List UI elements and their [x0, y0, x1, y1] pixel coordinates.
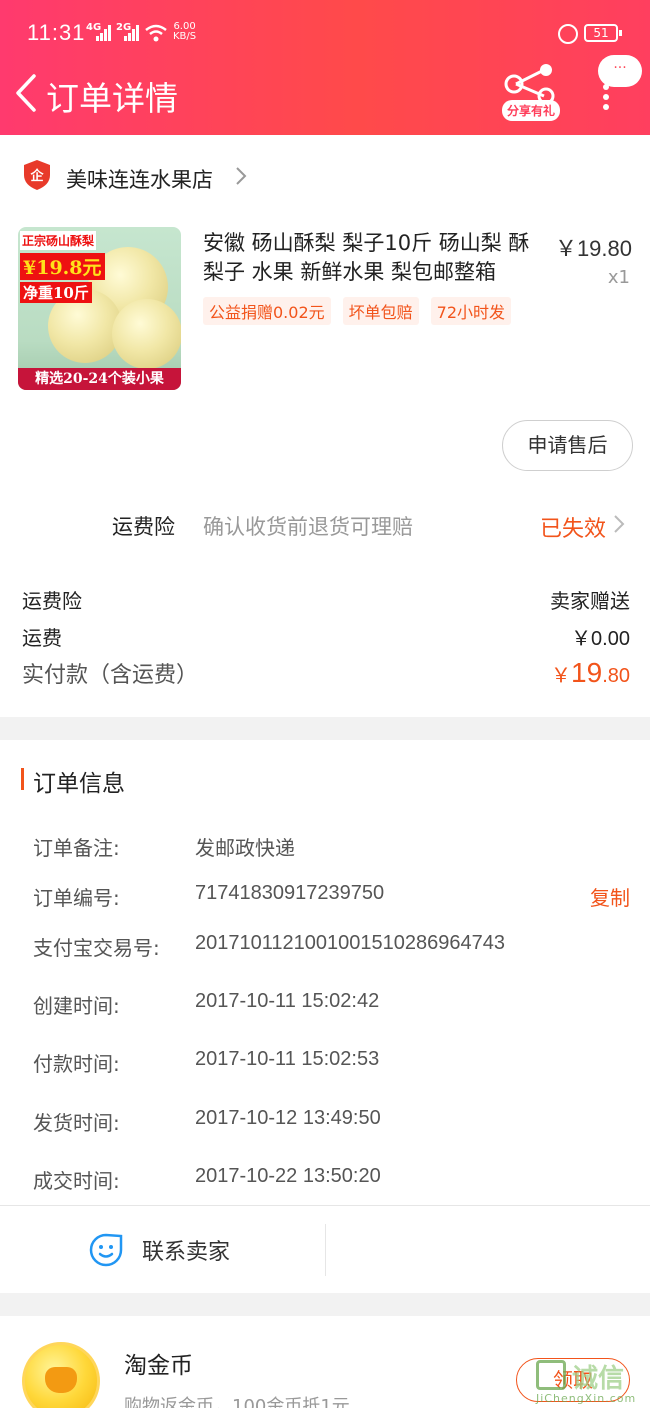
copy-button[interactable]: 复制 [590, 882, 630, 911]
insurance-status: 已失效 [540, 517, 607, 542]
fee-value: 卖家赠送 [550, 589, 630, 613]
order-info-card: 订单信息 订单备注: 发邮政快递 订单编号: 71741830917239750… [0, 740, 650, 1293]
more-menu-icon[interactable] [601, 84, 611, 110]
fee-value: ￥0.00 [571, 628, 630, 650]
page-title: 订单详情 [46, 79, 178, 118]
fee-row-insurance: 运费险 卖家赠送 [22, 585, 630, 614]
contact-seller-label: 联系卖家 [142, 1240, 231, 1265]
chat-face-icon [89, 1233, 123, 1267]
contact-seller-button[interactable]: 联系卖家 [88, 1220, 230, 1280]
pear-illustration [112, 299, 181, 369]
image-label-origin: 正宗砀山酥梨 [20, 231, 96, 250]
svg-text:企: 企 [29, 168, 44, 184]
total-paid-amount: ￥19.80 [551, 657, 630, 688]
battery-icon: 51 [584, 24, 622, 42]
product-title[interactable]: 安徽 砀山酥梨 梨子10斤 砀山梨 酥梨子 水果 新鲜水果 梨包邮整箱 [203, 229, 533, 287]
wifi-icon [145, 24, 167, 42]
request-after-sale-button[interactable]: 申请售后 [502, 420, 633, 471]
product-image[interactable]: 正宗砀山酥梨 ¥19.8元 净重10斤 精选20-24个装小果 [18, 227, 181, 390]
back-icon[interactable] [12, 74, 42, 112]
fee-row-shipping: 运费 ￥0.00 [22, 622, 630, 651]
tag-72h-shipping: 72小时发 [430, 297, 512, 325]
watermark-url: JiChengXin.com [536, 1392, 637, 1405]
shop-row[interactable]: 企 美味连连水果店 [0, 135, 650, 215]
watermark-box-icon [536, 1360, 566, 1390]
image-label-bottom: 精选20-24个装小果 [18, 368, 181, 390]
order-info-title: 订单信息 [33, 771, 125, 797]
gold-coin-icon [22, 1342, 100, 1408]
product-quantity: x1 [607, 267, 630, 288]
divider [325, 1224, 326, 1276]
share-gift-badge[interactable]: 分享有礼 [502, 100, 561, 121]
coin-subtitle: 购物返金币，100金币抵1元 [124, 1396, 350, 1408]
fee-label: 运费险 [22, 589, 82, 613]
chevron-right-icon [614, 515, 625, 533]
product-price: ￥19.80 [554, 236, 632, 261]
service-tags: 公益捐赠0.02元 坏单包赔 72小时发 [203, 297, 512, 325]
alarm-icon [558, 24, 578, 44]
total-paid-row: 实付款（含运费） ￥19.80 [22, 657, 630, 689]
watermark-chars: 诚信 [572, 1364, 625, 1394]
status-bar: 11:31 4G 2G 6.00 KB/S 51 [0, 0, 650, 64]
signal-bars-icon [96, 25, 111, 41]
coin-face-icon [45, 1367, 77, 1393]
image-label-price: ¥19.8元 [20, 253, 105, 280]
message-bubble-icon[interactable]: ··· [598, 55, 642, 87]
app-header: 11:31 4G 2G 6.00 KB/S 51 订单详情 分享有礼 ··· [0, 0, 650, 135]
section-accent-bar [21, 768, 24, 790]
network-speed: 6.00 KB/S [173, 21, 197, 42]
chevron-right-icon [236, 167, 247, 185]
insurance-description: 确认收货前退货可理赔 [203, 515, 413, 539]
watermark-logo: 诚信 JiChengXin.com [536, 1360, 646, 1408]
total-paid-label: 实付款（含运费） [22, 663, 199, 688]
shop-name[interactable]: 美味连连水果店 [66, 164, 213, 194]
coin-title: 淘金币 [124, 1353, 193, 1379]
fee-label: 运费 [22, 626, 62, 650]
tag-charity: 公益捐赠0.02元 [203, 297, 331, 325]
tag-damage-guarantee: 坏单包赔 [342, 297, 419, 325]
status-time: 11:31 [27, 20, 86, 45]
shipping-insurance-row[interactable]: 运费险 确认收货前退货可理赔 已失效 [0, 495, 650, 559]
signal-bars-icon [124, 25, 139, 41]
insurance-label: 运费险 [112, 515, 175, 539]
order-item-card: 企 美味连连水果店 正宗砀山酥梨 ¥19.8元 净重10斤 精选20-24个装小… [0, 135, 650, 717]
enterprise-shop-icon: 企 [24, 160, 50, 190]
image-label-weight: 净重10斤 [20, 282, 92, 303]
divider [0, 1205, 650, 1206]
